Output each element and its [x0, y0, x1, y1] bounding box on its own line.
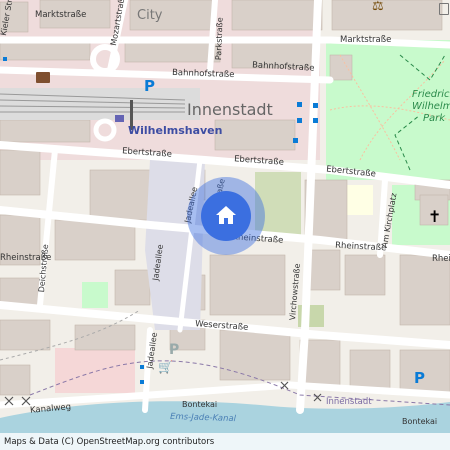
street-label-rhein-far: Rheinstraße: [432, 254, 450, 264]
retail-area: [55, 348, 135, 393]
parking-icon[interactable]: P: [144, 79, 155, 94]
street-label-marktstrasse-w: Marktstraße: [35, 10, 87, 20]
church-icon[interactable]: ✝: [428, 209, 441, 225]
green-plot: [82, 282, 108, 308]
street-label-bahnhof-1: Bahnhofstraße: [171, 67, 235, 81]
place-label-wilhelmshaven: Wilhelmshaven: [128, 124, 223, 137]
street-label-bontekai-1: Bontekai: [182, 400, 218, 409]
home-icon: [216, 206, 236, 224]
parking-icon-3[interactable]: P: [169, 343, 179, 357]
shop-icon[interactable]: 🛒: [158, 361, 173, 373]
location-marker[interactable]: [187, 177, 265, 255]
map-attribution: Maps & Data (C) OpenStreetMap.org contri…: [0, 433, 450, 450]
school-area: [345, 185, 373, 215]
waterway-label: Ems-Jade-Kanal: [169, 411, 237, 425]
boundary-label-innenstadt: Innenstadt: [326, 397, 372, 407]
fuel-icon: [439, 3, 449, 15]
street-label-marktstrasse-e: Marktstraße: [340, 35, 392, 45]
district-label-innenstadt: Innenstadt: [187, 100, 273, 119]
park-label-line-1: Friedrich-: [412, 89, 450, 100]
park-label-line-2: Wilhelm-: [412, 101, 450, 112]
parking-icon-2[interactable]: P: [414, 371, 425, 386]
court-icon: ⚖: [372, 0, 384, 14]
map-canvas[interactable]: P P P 🛒 ✝ ⚖ City Innenstadt Wilhelmshave…: [0, 0, 450, 450]
park-label-line-3: Park: [422, 113, 446, 124]
park-label: Friedrich- Wilhelm- Park: [412, 89, 450, 125]
district-label-city: City: [137, 8, 163, 23]
location-marker-core[interactable]: [201, 191, 251, 241]
street-label-park: Parkstraße: [214, 17, 225, 61]
street-label-bontekai-2: Bontekai: [402, 417, 438, 426]
cinema-icon: [36, 72, 50, 83]
bus-station-icon: [115, 115, 124, 122]
